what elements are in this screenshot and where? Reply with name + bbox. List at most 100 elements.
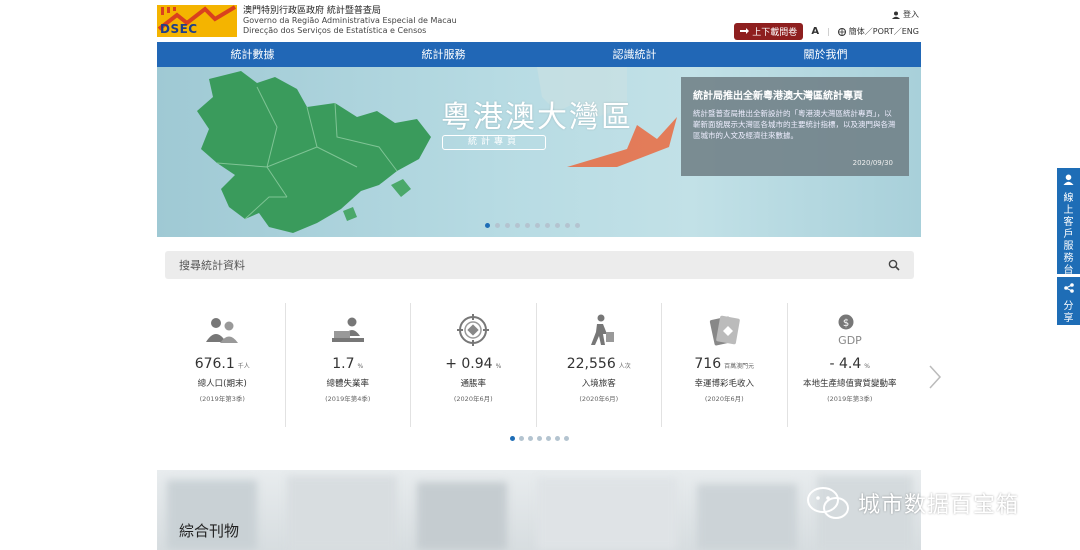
indicator-label: 總體失業率: [326, 379, 369, 389]
publications-title: 綜合刊物: [179, 522, 240, 540]
banner-dot-4[interactable]: [515, 223, 520, 228]
news-date: 2020/09/30: [852, 159, 893, 167]
org-name-pt2: Direcção dos Serviços de Estatística e C…: [243, 26, 427, 35]
wechat-icon: [807, 487, 849, 519]
news-body: 統計暨普查局推出全新設計的「粵港澳大灣區統計專頁」，以嶄新面貌展示大灣區各城市的…: [693, 109, 896, 140]
indicator-gaming-revenue[interactable]: 716 百萬澳門元 幸運博彩毛收入 (2020年6月): [662, 303, 788, 427]
language-switch[interactable]: 簡体／PORT／ENG: [837, 26, 919, 37]
chevron-right-icon[interactable]: [928, 364, 942, 390]
online-service-label: 線上客戶服務台: [1063, 193, 1074, 276]
inflation-icon: [457, 314, 490, 346]
indicator-inflation[interactable]: + 0.94% 通脹率 (2020年6月): [411, 303, 537, 427]
indicator-period: (2019年第3季): [827, 395, 873, 403]
gdp-icon: $ GDP: [838, 314, 862, 347]
indicator-value: 1.7: [332, 356, 355, 372]
banner-dot-6[interactable]: [535, 223, 540, 228]
search-bar: [165, 251, 914, 279]
traveller-icon: [590, 314, 614, 345]
news-title: 統計局推出全新粵港澳大灣區統計專頁: [693, 91, 863, 102]
banner-dot-9[interactable]: [565, 223, 570, 228]
svg-text:$: $: [843, 318, 849, 329]
org-name-zh: 澳門特別行政區政府 統計暨普查局: [243, 6, 381, 16]
share-tab[interactable]: 分享: [1057, 277, 1080, 325]
indicator-unit: 千人: [237, 363, 250, 370]
user-icon: [1063, 174, 1074, 185]
site-header: DSEC 澳門特別行政區政府 統計暨普查局 Governo da Região …: [157, 0, 921, 42]
dsec-logo[interactable]: DSEC: [157, 5, 237, 37]
language-label: 簡体／PORT／ENG: [848, 27, 919, 36]
wechat-watermark: 城市数据百宝箱: [806, 486, 1019, 520]
indicator-label: 總人口(期末): [197, 379, 247, 389]
indicator-label: 本地生產總值實質變動率: [802, 379, 897, 389]
gdp-icon-text: GDP: [838, 334, 862, 347]
indicator-unit: %: [357, 363, 364, 370]
logo-text: DSEC: [160, 22, 198, 36]
indicator-unemployment[interactable]: 1.7% 總體失業率 (2019年第4季): [286, 303, 411, 427]
indicators-dot-7[interactable]: [564, 436, 569, 441]
indicators-dot-2[interactable]: [519, 436, 524, 441]
nav-item-about-statistics[interactable]: 認識統計: [539, 42, 730, 67]
indicator-population[interactable]: 676.1 千人 總人口(期末) (2019年第3季): [160, 303, 286, 427]
population-icon: [206, 318, 239, 343]
indicator-unit: 人次: [618, 363, 631, 370]
indicators-dot-5[interactable]: [546, 436, 551, 441]
online-service-tab[interactable]: 線上客戶服務台: [1057, 168, 1080, 276]
login-label: 登入: [903, 10, 919, 19]
indicator-label: 通脹率: [460, 379, 486, 389]
share-label: 分享: [1063, 301, 1074, 324]
banner-dot-5[interactable]: [525, 223, 530, 228]
search-input[interactable]: [179, 258, 888, 272]
indicator-label: 幸運博彩毛收入: [694, 379, 754, 389]
banner-dot-8[interactable]: [555, 223, 560, 228]
nav-item-statistics[interactable]: 統計數據: [157, 42, 348, 67]
main-nav: 統計數據 統計服務 認識統計 關於我們: [157, 42, 921, 67]
banner-dot-2[interactable]: [495, 223, 500, 228]
login-link[interactable]: 登入: [892, 9, 919, 20]
indicator-period: (2019年第4季): [325, 395, 371, 403]
indicator-unit: 百萬澳門元: [724, 363, 755, 370]
indicator-period: (2019年第3季): [199, 395, 245, 403]
indicators-dot-4[interactable]: [537, 436, 542, 441]
indicator-value: 22,556: [566, 356, 616, 372]
share-icon: [1063, 283, 1074, 293]
globe-icon: [837, 27, 846, 36]
indicators-dot-1[interactable]: [510, 436, 515, 441]
banner-dot-1[interactable]: [485, 223, 490, 228]
indicators-dot-3[interactable]: [528, 436, 533, 441]
search-icon[interactable]: [888, 259, 900, 271]
header-tools: 上下載問卷 A | 簡体／PORT／ENG: [734, 23, 919, 40]
download-questionnaire-button[interactable]: 上下載問卷: [734, 23, 804, 40]
transfer-arrows-icon: [740, 27, 750, 34]
indicator-value: 676.1: [194, 356, 235, 372]
indicator-label: 入境旅客: [581, 379, 616, 389]
indicator-value: + 0.94: [445, 356, 493, 372]
nav-item-services[interactable]: 統計服務: [348, 42, 539, 67]
banner-pagination: [485, 223, 580, 228]
watermark-text: 城市数据百宝箱: [858, 493, 1020, 518]
download-questionnaire-label: 上下載問卷: [752, 28, 798, 38]
nav-item-about-us[interactable]: 關於我們: [730, 42, 921, 67]
hero-banner[interactable]: 粵港澳大灣區 統計專頁 統計局推出全新粵港澳大灣區統計專頁 統計暨普查局推出全新…: [157, 67, 921, 237]
indicator-unit: %: [864, 363, 870, 370]
indicator-unit: %: [495, 363, 502, 370]
indicator-value: - 4.4: [829, 356, 862, 372]
indicators-pagination: [510, 436, 569, 441]
org-name: 澳門特別行政區政府 統計暨普查局 Governo da Região Admin…: [243, 6, 457, 36]
banner-dot-3[interactable]: [505, 223, 510, 228]
banner-dot-10[interactable]: [575, 223, 580, 228]
banner-title: 粵港澳大灣區: [441, 100, 633, 135]
font-size-button[interactable]: A: [811, 26, 819, 37]
user-icon: [892, 11, 900, 19]
indicators-dot-6[interactable]: [555, 436, 560, 441]
banner-dot-7[interactable]: [545, 223, 550, 228]
header-divider: |: [827, 27, 830, 36]
banner-subtitle[interactable]: 統計專頁: [442, 135, 546, 150]
indicator-gdp[interactable]: $ GDP - 4.4% 本地生產總值實質變動率 (2019年第3季): [788, 303, 913, 427]
org-name-pt: Governo da Região Administrativa Especia…: [243, 16, 457, 25]
key-indicators: 676.1 千人 總人口(期末) (2019年第3季) 1.7% 總體失業率 (2…: [160, 303, 912, 427]
indicator-visitors[interactable]: 22,556 人次 入境旅客 (2020年6月): [537, 303, 662, 427]
indicator-value: 716: [694, 356, 722, 372]
gaming-icon: [710, 315, 741, 346]
news-card[interactable]: 統計局推出全新粵港澳大灣區統計專頁 統計暨普查局推出全新設計的「粵港澳大灣區統計…: [681, 77, 909, 176]
indicator-period: (2020年6月): [704, 395, 744, 403]
